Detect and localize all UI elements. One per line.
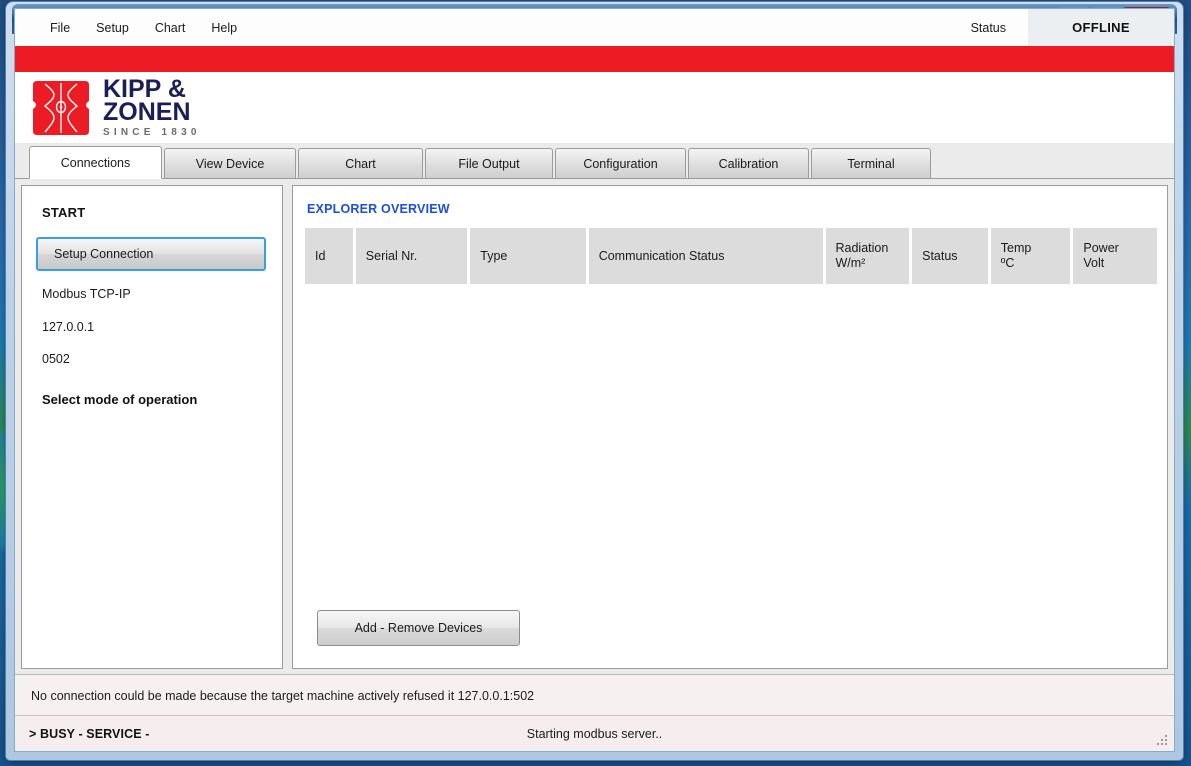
device-table-header: Id Serial Nr. Type Communication Status … — [305, 228, 1157, 284]
status-bar: > BUSY - SERVICE - Starting modbus serve… — [15, 715, 1174, 751]
column-header-id[interactable]: Id — [305, 228, 353, 284]
column-header-temp-unit: ºC — [1001, 256, 1032, 271]
brand-tagline: SINCE 1830 — [103, 127, 201, 138]
brand-banner — [15, 46, 1174, 72]
tab-view-device[interactable]: View Device — [164, 148, 296, 178]
column-header-serial-nr[interactable]: Serial Nr. — [356, 228, 467, 284]
brand-header: KIPP & ZONEN SINCE 1830 — [15, 72, 1174, 143]
status-bar-center-text: Starting modbus server.. — [527, 727, 662, 741]
resize-grip-icon[interactable] — [1156, 734, 1169, 747]
status-bar-left-text: > BUSY - SERVICE - — [29, 727, 149, 741]
tab-connections[interactable]: Connections — [29, 146, 162, 179]
column-header-radiation-unit: W/m² — [836, 256, 889, 271]
status-label: Status — [971, 21, 1006, 35]
kipp-zonen-logo-icon — [31, 79, 91, 137]
status-badge: OFFLINE — [1028, 9, 1174, 46]
column-header-power-label: Power — [1083, 241, 1118, 256]
column-header-radiation[interactable]: Radiation W/m² — [826, 228, 910, 284]
column-header-type[interactable]: Type — [470, 228, 585, 284]
brand-line-2: ZONEN — [103, 101, 201, 124]
connection-status-area: Status OFFLINE — [971, 9, 1174, 46]
error-message-text: No connection could be made because the … — [31, 689, 534, 703]
tab-bar: Connections View Device Chart File Outpu… — [15, 143, 1174, 179]
menu-item-chart[interactable]: Chart — [142, 17, 199, 39]
message-bar: No connection could be made because the … — [15, 674, 1174, 716]
add-remove-devices-button[interactable]: Add - Remove Devices — [317, 610, 520, 646]
column-header-radiation-label: Radiation — [836, 241, 889, 256]
application-window: Smart Sensor Explorer [ Program Data - W… — [6, 2, 1183, 760]
column-header-power-unit: Volt — [1083, 256, 1118, 271]
connection-port: 0502 — [42, 352, 70, 366]
menu-bar: File Setup Chart Help Status OFFLINE — [15, 9, 1174, 46]
brand-wordmark: KIPP & ZONEN SINCE 1830 — [103, 78, 201, 138]
connection-protocol: Modbus TCP-IP — [42, 287, 131, 301]
start-panel-title: START — [42, 205, 85, 220]
connection-address: 127.0.0.1 — [42, 320, 94, 334]
column-header-status[interactable]: Status — [912, 228, 988, 284]
column-header-communication-status[interactable]: Communication Status — [589, 228, 823, 284]
mode-selection-title: Select mode of operation — [42, 392, 197, 407]
tab-calibration[interactable]: Calibration — [688, 148, 809, 178]
tab-terminal[interactable]: Terminal — [811, 148, 931, 178]
tab-content-connections: START Setup Connection Modbus TCP-IP 127… — [15, 179, 1174, 675]
explorer-overview-title: EXPLORER OVERVIEW — [307, 202, 450, 216]
column-header-power[interactable]: Power Volt — [1073, 228, 1157, 284]
menu-item-setup[interactable]: Setup — [83, 17, 142, 39]
tab-configuration[interactable]: Configuration — [555, 148, 686, 178]
explorer-overview-panel: EXPLORER OVERVIEW Id Serial Nr. Type Com… — [292, 185, 1168, 669]
menu-items: File Setup Chart Help — [15, 17, 250, 39]
setup-connection-button[interactable]: Setup Connection — [36, 237, 266, 271]
window-client-area: File Setup Chart Help Status OFFLINE — [14, 8, 1175, 752]
column-header-temp[interactable]: Temp ºC — [991, 228, 1071, 284]
tab-file-output[interactable]: File Output — [425, 148, 553, 178]
start-panel: START Setup Connection Modbus TCP-IP 127… — [21, 185, 283, 669]
tab-chart[interactable]: Chart — [298, 148, 423, 178]
menu-item-help[interactable]: Help — [198, 17, 250, 39]
menu-item-file[interactable]: File — [37, 17, 83, 39]
column-header-temp-label: Temp — [1001, 241, 1032, 256]
